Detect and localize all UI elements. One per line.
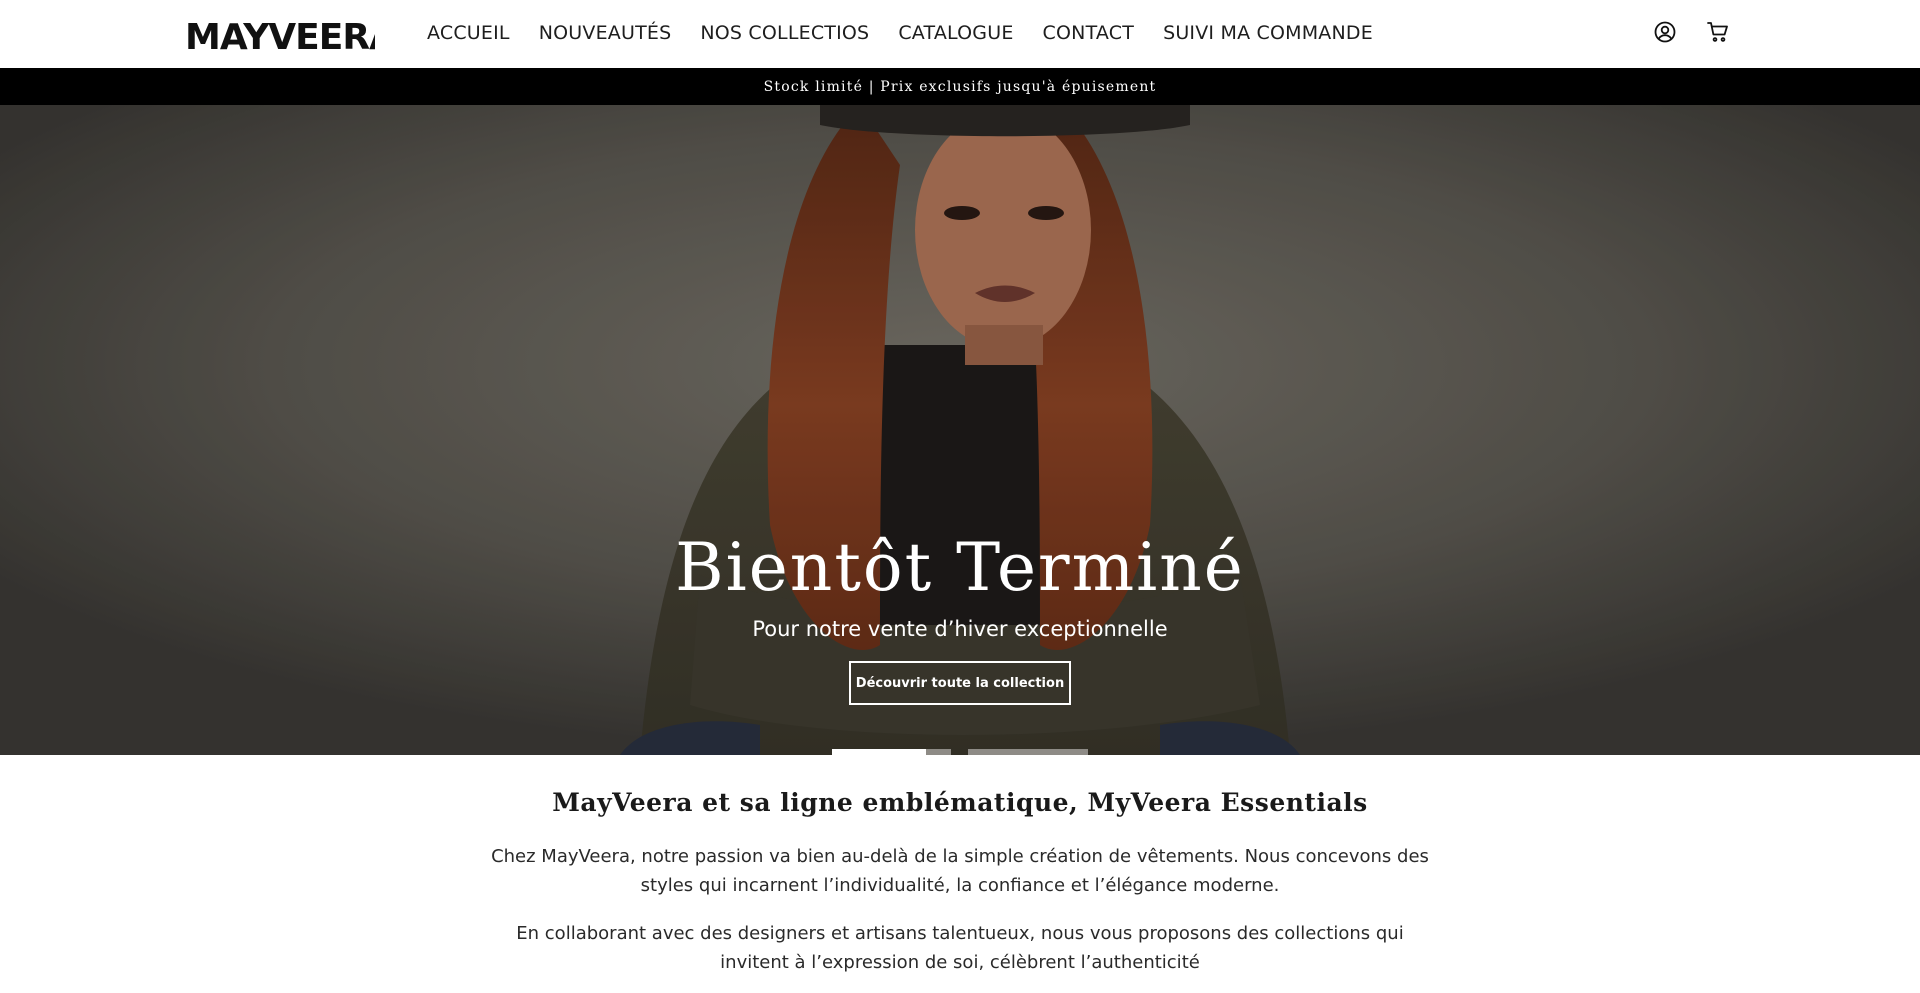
main-nav: ACCUEIL NOUVEAUTÉS NOS COLLECTIOS CATALO… [427, 20, 1402, 46]
announcement-bar: Stock limité | Prix exclusifs jusqu'à ép… [0, 68, 1920, 105]
slider-pagination [832, 749, 1088, 755]
nav-item-nos-collections[interactable]: NOS COLLECTIOS [700, 20, 869, 46]
about-paragraph-1: Chez MayVeera, notre passion va bien au-… [491, 846, 1429, 896]
hero-banner: Bientôt Terminé Pour notre vente d’hiver… [0, 105, 1920, 755]
nav-item-contact[interactable]: CONTACT [1043, 20, 1135, 46]
cart-icon[interactable] [1706, 20, 1730, 44]
svg-text:MAYVEERA: MAYVEERA [185, 18, 375, 52]
site-header: MAYVEERA ACCUEIL NOUVEAUTÉS NOS COLLECTI… [0, 0, 1920, 68]
account-icon[interactable] [1653, 20, 1677, 44]
slide-indicator-2[interactable] [968, 749, 1088, 755]
nav-item-accueil[interactable]: ACCUEIL [427, 20, 510, 46]
about-title: MayVeera et sa ligne emblématique, MyVee… [552, 788, 1368, 817]
hero-overlay [0, 105, 1920, 755]
slide-indicator-1-track [926, 749, 951, 755]
brand-logo[interactable]: MAYVEERA [185, 17, 398, 58]
logo-wordmark: MAYVEERA [185, 17, 398, 58]
about-paragraph-2: En collaborant avec des designers et art… [516, 923, 1404, 973]
announcement-text: Stock limité | Prix exclusifs jusqu'à ép… [763, 78, 1157, 95]
nav-item-suivi-commande[interactable]: SUIVI MA COMMANDE [1163, 20, 1373, 46]
hero-title: Bientôt Terminé [675, 529, 1245, 606]
hero-subtitle: Pour notre vente d’hiver exceptionnelle [752, 617, 1168, 641]
nav-item-catalogue[interactable]: CATALOGUE [898, 20, 1013, 46]
discover-collection-button[interactable]: Découvrir toute la collection [849, 661, 1071, 705]
nav-item-nouveautes[interactable]: NOUVEAUTÉS [539, 20, 672, 46]
slide-indicator-1[interactable] [832, 749, 926, 755]
header-actions [1653, 20, 1730, 44]
